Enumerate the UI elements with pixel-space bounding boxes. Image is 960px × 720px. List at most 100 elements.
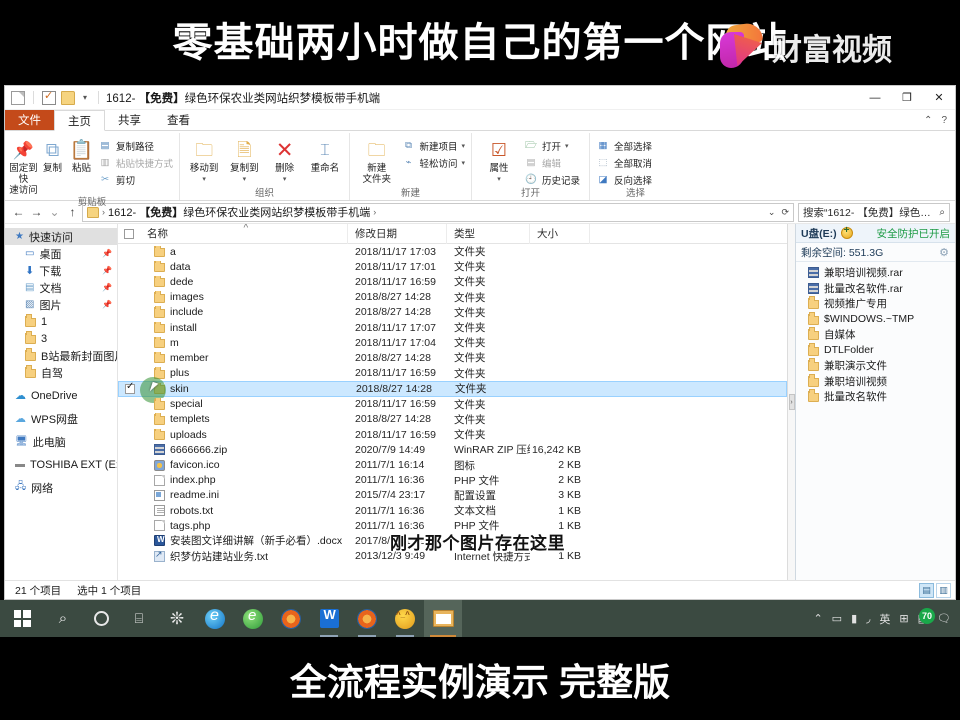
search-box[interactable]: 搜索“1612- 【免费】绿色环... ⌕ [798, 202, 950, 222]
sidebar-item-toshiba-drive[interactable]: ▬ TOSHIBA EXT (E:) [5, 456, 117, 473]
smiley-app-button[interactable] [386, 600, 424, 637]
list-item[interactable]: 视频推广专用 [796, 296, 955, 312]
file-name-cell[interactable]: images [140, 291, 348, 303]
action-center-icon[interactable]: 🗨 [937, 612, 951, 625]
file-name-cell[interactable]: a [140, 245, 348, 258]
refresh-icon[interactable]: ⟳ [781, 207, 789, 218]
snowflake-app-button[interactable]: ❊ [158, 600, 196, 637]
file-explorer-button[interactable] [424, 600, 462, 637]
task-view-button[interactable]: ⌸ [120, 600, 158, 637]
search-input[interactable]: 搜索“1612- 【免费】绿色环... [803, 205, 936, 220]
select-all-checkbox[interactable] [118, 228, 140, 239]
cortana-button[interactable] [82, 600, 120, 637]
list-item[interactable]: 兼职演示文件 [796, 358, 955, 374]
tab-file[interactable]: 文件 [5, 110, 54, 130]
network-tray-icon[interactable]: ◞ [866, 612, 870, 625]
rename-button[interactable]: ⌶ 重命名 [305, 136, 345, 175]
table-row[interactable]: install 2018/11/17 17:07 文件夹 [118, 320, 787, 335]
table-row[interactable]: plus 2018/11/17 16:59 文件夹 [118, 366, 787, 381]
new-folder-icon[interactable] [61, 90, 75, 105]
file-name-cell[interactable]: tags.php [140, 520, 348, 532]
search-button[interactable]: ⌕ [44, 600, 82, 637]
file-name-cell[interactable]: templets [140, 413, 348, 425]
firefox-window-button[interactable] [348, 600, 386, 637]
column-header-date[interactable]: 修改日期 [348, 223, 447, 244]
sidebar-item-desktop[interactable]: ▭ 桌面 📌 [5, 245, 117, 262]
chevron-down-icon[interactable]: ▾ [243, 174, 247, 185]
list-item[interactable]: 兼职培训视频.rar [796, 265, 955, 281]
file-name-cell[interactable]: favicon.ico [140, 459, 348, 471]
sidebar-item-pictures[interactable]: ▨ 图片 📌 [5, 296, 117, 313]
list-item[interactable]: DTLFolder [796, 342, 955, 359]
table-row[interactable]: index.php 2011/7/1 16:36 PHP 文件 2 KB [118, 473, 787, 488]
cut-button[interactable]: ✂ 剪切 [98, 172, 173, 187]
checkbox-icon[interactable] [125, 381, 135, 394]
column-header-type[interactable]: 类型 [447, 223, 530, 244]
large-icons-view-button[interactable]: ▥ [936, 582, 951, 598]
file-name-cell[interactable]: skin [141, 382, 349, 395]
edit-button[interactable]: ▤ 编辑 [524, 155, 580, 170]
sidebar-item-network[interactable]: 🖧 网络 [5, 479, 117, 496]
address-bar[interactable]: › 1612- 【免费】绿色环保农业类网站织梦模板带手机端 › ⌄ ⟳ [82, 202, 794, 222]
table-row[interactable]: readme.ini 2015/7/4 23:17 配置设置 3 KB [118, 488, 787, 503]
copy-path-button[interactable]: ▤ 复制路径 [98, 138, 173, 153]
column-header-size[interactable]: 大小 [530, 223, 590, 244]
file-name-cell[interactable]: uploads [140, 428, 348, 441]
ime-keyboard-icon[interactable]: ⊞ [899, 612, 908, 625]
chevron-down-icon[interactable]: ▾ [497, 174, 501, 185]
table-row[interactable]: member 2018/8/27 14:28 文件夹 [118, 350, 787, 365]
security-tray-icon[interactable]: ▮ [851, 612, 857, 625]
table-row[interactable]: images 2018/8/27 14:28 文件夹 [118, 290, 787, 305]
chevron-down-icon[interactable]: ▾ [565, 142, 569, 150]
properties-icon[interactable] [11, 90, 25, 105]
close-button[interactable]: ✕ [923, 86, 955, 110]
open-button[interactable]: 🗁 打开 ▾ [524, 138, 580, 153]
minimize-button[interactable]: — [859, 86, 891, 110]
easy-access-button[interactable]: ⌁ 轻松访问 ▾ [401, 155, 465, 170]
tab-home[interactable]: 主页 [54, 110, 105, 131]
table-row[interactable]: templets 2018/8/27 14:28 文件夹 [118, 412, 787, 427]
chevron-down-icon[interactable]: ⌄ [768, 207, 776, 218]
chevron-down-icon[interactable]: ▾ [461, 142, 465, 150]
list-item[interactable]: 批量改名软件 [796, 389, 955, 405]
invert-selection-button[interactable]: ◪ 反向选择 [596, 172, 653, 187]
file-name-cell[interactable]: 织梦仿站建站业务.txt [140, 549, 348, 564]
file-name-cell[interactable]: data [140, 260, 348, 273]
sidebar-item-folder-3[interactable]: 3 [5, 330, 117, 347]
file-name-cell[interactable]: special [140, 398, 348, 410]
copy-to-button[interactable]: 🗎 复制到 ▾ [224, 136, 264, 186]
start-button[interactable] [0, 600, 44, 637]
table-row[interactable]: uploads 2018/11/17 16:59 文件夹 [118, 427, 787, 442]
edge-button[interactable] [196, 600, 234, 637]
maximize-button[interactable]: ❐ [891, 86, 923, 110]
table-row[interactable]: a 2018/11/17 17:03 文件夹 [118, 244, 787, 259]
chevron-up-icon[interactable]: ⌃ [924, 115, 932, 126]
list-item[interactable]: $WINDOWS.~TMP [796, 311, 955, 328]
properties-button[interactable]: ☑ 属性 ▾ [476, 136, 522, 186]
help-icon[interactable]: ? [941, 115, 947, 126]
list-item[interactable]: 兼职培训视频 [796, 373, 955, 390]
firefox-button[interactable] [272, 600, 310, 637]
paste-shortcut-button[interactable]: ▥ 粘贴快捷方式 [98, 155, 174, 170]
checkbox-icon[interactable] [42, 89, 56, 105]
table-row[interactable]: robots.txt 2011/7/1 16:36 文本文档 1 KB [118, 503, 787, 518]
sidebar-item-folder-1[interactable]: 1 [5, 313, 117, 330]
table-row[interactable]: favicon.ico 2011/7/1 16:14 图标 2 KB [118, 457, 787, 472]
pin-icon[interactable]: 📌 [102, 266, 112, 275]
table-row[interactable]: 6666666.zip 2020/7/9 14:49 WinRAR ZIP 压缩..… [118, 442, 787, 457]
file-name-cell[interactable]: include [140, 306, 348, 318]
tab-share[interactable]: 共享 [105, 110, 154, 130]
table-row[interactable]: data 2018/11/17 17:01 文件夹 [118, 259, 787, 274]
file-name-cell[interactable]: readme.ini [140, 489, 348, 501]
notification-tray-item[interactable]: ▤ 70 [918, 608, 936, 625]
copy-button[interactable]: ⧉ 复制 [38, 136, 67, 175]
file-name-cell[interactable]: member [140, 351, 348, 364]
select-all-button[interactable]: ▦ 全部选择 [596, 138, 653, 153]
pin-icon[interactable]: 📌 [102, 300, 112, 309]
history-button[interactable]: 🕘 历史记录 [524, 172, 580, 187]
sidebar-item-downloads[interactable]: ⬇ 下载 📌 [5, 262, 117, 279]
tab-view[interactable]: 查看 [154, 110, 203, 130]
pane-splitter[interactable]: › [787, 224, 795, 580]
wps-button[interactable] [310, 600, 348, 637]
checkbox-icon[interactable] [124, 228, 134, 239]
